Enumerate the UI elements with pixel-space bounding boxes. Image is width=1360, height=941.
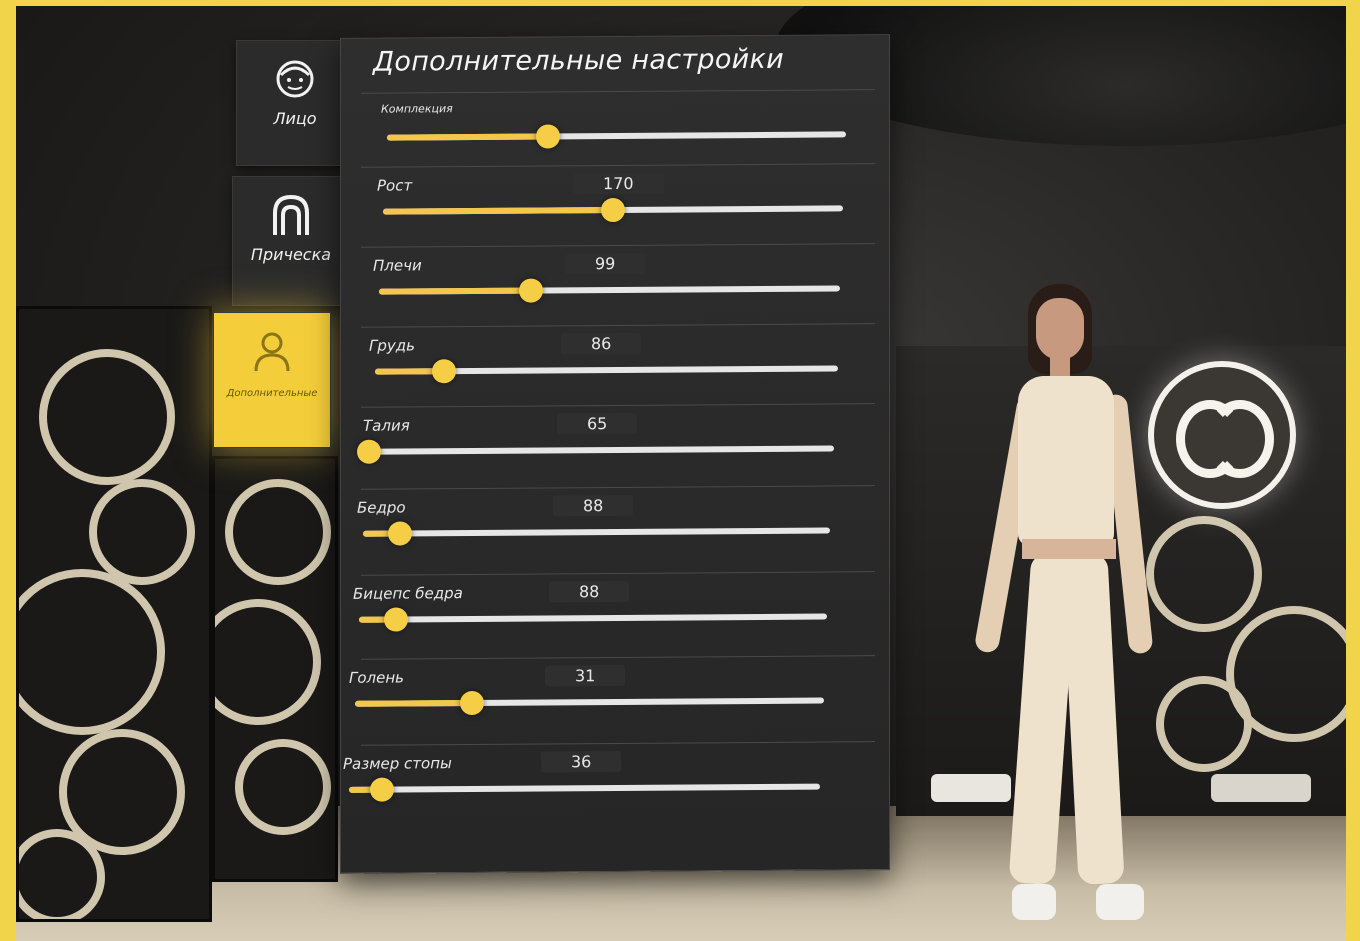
tab-face-label: Лицо bbox=[273, 109, 317, 128]
divider bbox=[361, 89, 875, 94]
slider-label: Грудь bbox=[369, 336, 415, 355]
slider-track[interactable] bbox=[349, 777, 821, 802]
face-icon bbox=[276, 60, 314, 98]
slider-row: Плечи 99 bbox=[341, 243, 889, 327]
slider-track[interactable] bbox=[355, 690, 825, 716]
slider-value: 86 bbox=[561, 332, 642, 355]
slider-label: Голень bbox=[349, 668, 404, 687]
slider-handle[interactable] bbox=[535, 124, 560, 149]
person-icon bbox=[254, 332, 290, 372]
wall-panel-middle bbox=[212, 456, 338, 882]
slider-row: Грудь 86 bbox=[341, 323, 889, 407]
character-model[interactable] bbox=[956, 284, 1196, 934]
slider-value: 36 bbox=[541, 750, 622, 773]
slider-handle[interactable] bbox=[357, 439, 381, 464]
slider-row: Комплекция bbox=[341, 89, 889, 173]
divider bbox=[361, 741, 875, 746]
tab-hairstyle-label: Прическа bbox=[250, 245, 332, 264]
slider-value: 65 bbox=[557, 412, 638, 435]
slider-track[interactable] bbox=[359, 607, 827, 632]
slider-label: Бедро bbox=[357, 498, 406, 517]
tab-face[interactable]: Лицо bbox=[236, 40, 354, 166]
slider-track[interactable] bbox=[363, 521, 830, 546]
wall-panel-left bbox=[16, 306, 212, 922]
slider-row: Талия 65 bbox=[341, 403, 889, 487]
slider-track[interactable] bbox=[387, 124, 846, 149]
slider-track[interactable] bbox=[357, 439, 834, 464]
slider-track[interactable] bbox=[383, 197, 843, 223]
slider-handle[interactable] bbox=[384, 607, 409, 632]
slider-handle[interactable] bbox=[369, 777, 394, 802]
divider bbox=[361, 655, 875, 660]
pedestal bbox=[1211, 774, 1311, 802]
tab-additional[interactable]: Дополнительные bbox=[213, 312, 331, 448]
slider-fill bbox=[355, 699, 473, 707]
slider-row: Бедро 88 bbox=[341, 485, 889, 569]
slider-label: Размер стопы bbox=[343, 754, 452, 773]
slider-label: Плечи bbox=[373, 256, 422, 275]
slider-track[interactable] bbox=[379, 278, 841, 303]
slider-label: Талия bbox=[363, 416, 410, 435]
slider-fill bbox=[383, 207, 613, 215]
divider bbox=[361, 571, 875, 576]
slider-value: 99 bbox=[565, 252, 646, 275]
slider-handle[interactable] bbox=[601, 197, 625, 223]
slider-value: 31 bbox=[545, 664, 626, 687]
tab-additional-label: Дополнительные bbox=[226, 388, 318, 399]
slider-label: Комплекция bbox=[381, 102, 453, 116]
slider-handle[interactable] bbox=[432, 359, 457, 384]
slider-row: Голень 31 bbox=[341, 655, 889, 739]
hair-icon bbox=[273, 194, 309, 235]
slider-row: Бицепс бедра 88 bbox=[341, 571, 889, 655]
slider-value: 88 bbox=[553, 494, 634, 517]
slider-label: Рост bbox=[377, 176, 413, 195]
settings-panel: Дополнительные настройки Комплекция Рост 1… bbox=[340, 34, 890, 874]
slider-row: Размер стопы 36 bbox=[341, 741, 889, 825]
slider-track[interactable] bbox=[375, 359, 838, 384]
slider-handle[interactable] bbox=[388, 521, 413, 546]
slider-handle[interactable] bbox=[519, 278, 544, 303]
panel-title: Дополнительные настройки bbox=[373, 43, 784, 78]
slider-row: Рост 170 bbox=[341, 163, 889, 247]
tab-hairstyle[interactable]: Прическа bbox=[232, 176, 350, 306]
slider-fill bbox=[387, 133, 548, 141]
slider-label: Бицепс бедра bbox=[353, 584, 463, 603]
slider-value: 170 bbox=[573, 172, 664, 195]
slider-handle[interactable] bbox=[460, 690, 485, 716]
slider-value: 88 bbox=[549, 580, 630, 603]
slider-fill bbox=[379, 287, 532, 295]
